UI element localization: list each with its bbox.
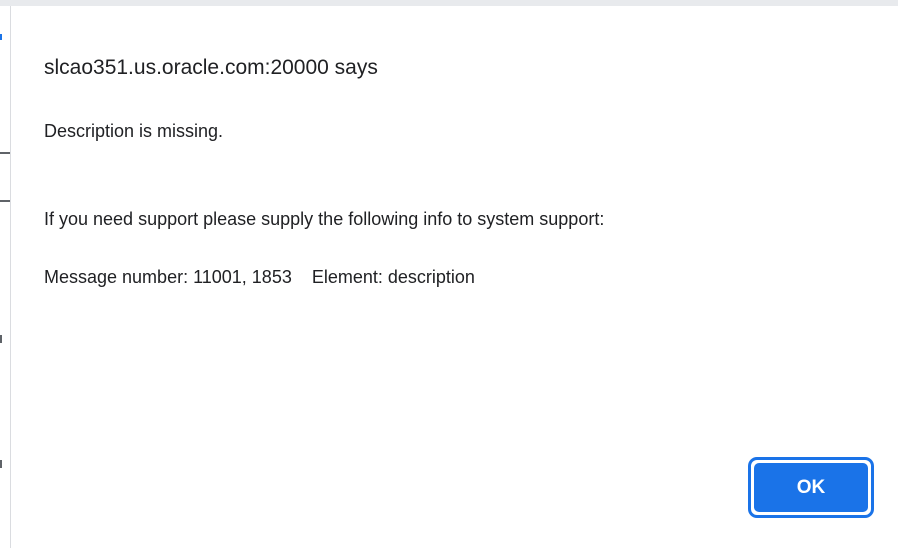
message-line: Message number: 11001, 1853 Element: des…	[44, 267, 475, 287]
dialog-title: slcao351.us.oracle.com:20000 says	[44, 56, 378, 79]
background-page-mark	[0, 460, 2, 468]
alert-dialog: slcao351.us.oracle.com:20000 says Descri…	[10, 6, 898, 548]
message-line: If you need support please supply the fo…	[44, 209, 605, 229]
dialog-message: Description is missing. If you need supp…	[44, 118, 604, 290]
background-page-mark	[0, 34, 2, 40]
background-page-mark	[0, 200, 10, 202]
message-line: Description is missing.	[44, 121, 224, 141]
message-line	[44, 144, 604, 170]
ok-button-label: OK	[754, 463, 868, 512]
message-line	[44, 170, 604, 196]
background-page-edge	[0, 0, 10, 548]
background-page-mark	[0, 335, 2, 343]
message-line	[44, 232, 604, 264]
ok-button[interactable]: OK	[748, 457, 874, 518]
background-page-mark	[0, 152, 10, 154]
